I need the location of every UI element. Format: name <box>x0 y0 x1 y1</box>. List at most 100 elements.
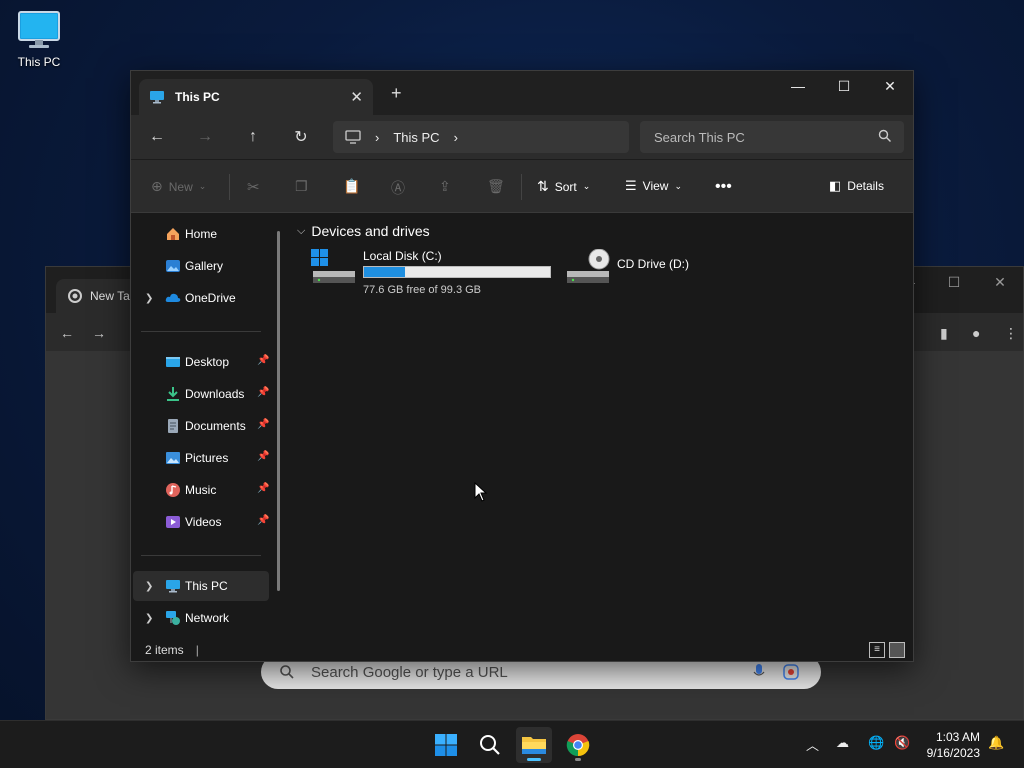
pin-icon[interactable]: 📌 <box>257 515 269 526</box>
details-button[interactable]: ◧ Details <box>829 178 884 194</box>
back-icon[interactable]: ← <box>60 325 74 341</box>
rename-icon[interactable]: Ⓐ <box>391 178 405 198</box>
pin-icon[interactable]: 📌 <box>257 387 269 398</box>
chevron-right-icon[interactable]: ❯ <box>145 293 153 304</box>
file-explorer-window[interactable]: This PC ✕ + — ☐ ✕ ← → ↑ ↻ › This PC › Se… <box>130 70 914 662</box>
profile-icon[interactable]: ● <box>972 325 980 341</box>
folder-icon <box>522 737 546 754</box>
nav-item-this-pc[interactable]: ❯ This PC <box>133 571 269 601</box>
nav-item-videos[interactable]: Videos 📌 <box>133 507 269 537</box>
taskbar-file-explorer[interactable] <box>516 727 552 763</box>
chevron-down-icon: ⌄ <box>582 181 591 191</box>
new-tab-icon[interactable]: + <box>391 83 402 104</box>
chevron-right-icon[interactable]: ❯ <box>145 613 153 624</box>
group-header[interactable]: ⌵ Devices and drives <box>297 223 430 239</box>
pin-icon[interactable]: 📌 <box>257 451 269 462</box>
notification-bell-icon[interactable]: 🔔 <box>988 735 1004 751</box>
nav-item-desktop[interactable]: Desktop 📌 <box>133 347 269 377</box>
share-icon[interactable]: ⇪ <box>439 178 451 195</box>
explorer-tab[interactable]: This PC ✕ <box>139 79 373 115</box>
nav-item-onedrive[interactable]: ❯ OneDrive <box>133 283 269 313</box>
view-button-label: View <box>642 179 669 193</box>
windows-logo-icon <box>435 734 457 756</box>
copy-icon[interactable]: ❐ <box>295 178 308 195</box>
status-separator: | <box>195 643 199 657</box>
details-view-icon[interactable]: ≡ <box>869 642 885 658</box>
maximize-icon[interactable]: ☐ <box>821 71 867 101</box>
volume-muted-icon[interactable]: 🔇 <box>894 735 910 751</box>
desktop-folder-icon <box>166 357 180 367</box>
nav-item-documents[interactable]: Documents 📌 <box>133 411 269 441</box>
clock[interactable]: 1:03 AM 9/16/2023 <box>927 729 980 761</box>
nav-item-label: Downloads <box>185 387 245 401</box>
taskbar-chrome[interactable] <box>560 727 596 763</box>
drive-usage-bar <box>363 266 551 278</box>
nav-item-label: Desktop <box>185 355 230 369</box>
active-indicator <box>527 758 541 761</box>
sort-button-label: Sort <box>554 179 577 194</box>
search-button[interactable] <box>472 727 508 763</box>
nav-item-label: Home <box>185 227 218 241</box>
close-icon[interactable]: ✕ <box>977 267 1023 297</box>
chrome-search-placeholder: Search Google or type a URL <box>311 663 508 681</box>
computer-icon <box>166 580 180 593</box>
pictures-icon <box>166 452 180 464</box>
nav-item-label: OneDrive <box>185 291 236 305</box>
search-placeholder: Search This PC <box>654 129 745 145</box>
plus-circle-icon: ⊕ <box>151 178 163 194</box>
maximize-icon[interactable]: ☐ <box>931 267 977 297</box>
lens-icon[interactable] <box>783 664 799 680</box>
up-arrow-icon[interactable]: ↑ <box>241 125 265 149</box>
sidebar-icon[interactable]: ▮ <box>940 325 948 342</box>
breadcrumb-item[interactable]: This PC <box>393 130 439 145</box>
globe-icon[interactable]: 🌐 <box>868 735 884 751</box>
drive-c[interactable]: Local Disk (C:) 77.6 GB free of 99.3 GB <box>311 249 551 296</box>
more-options-icon[interactable]: ••• <box>715 178 732 196</box>
pin-icon[interactable]: 📌 <box>257 355 269 366</box>
cut-icon[interactable]: ✂ <box>247 178 260 196</box>
chevron-right-icon[interactable]: ❯ <box>145 581 153 592</box>
close-tab-icon[interactable]: ✕ <box>350 88 363 106</box>
onedrive-offline-icon[interactable]: ☁ <box>836 735 849 751</box>
explorer-address-bar: ← → ↑ ↻ › This PC › Search This PC <box>131 115 913 159</box>
search-input[interactable]: Search This PC <box>640 121 904 153</box>
nav-scrollbar[interactable] <box>277 231 280 591</box>
refresh-icon[interactable]: ↻ <box>289 125 313 149</box>
chevron-right-icon[interactable]: › <box>454 130 458 145</box>
nav-item-pictures[interactable]: Pictures 📌 <box>133 443 269 473</box>
chevron-up-icon[interactable]: ︿ <box>806 735 819 754</box>
tiles-view-icon[interactable] <box>889 642 905 658</box>
nav-item-gallery[interactable]: Gallery <box>133 251 269 281</box>
new-button[interactable]: ⊕ New ⌄ <box>151 178 206 195</box>
minimize-icon[interactable]: — <box>775 71 821 101</box>
chevron-down-icon: ⌄ <box>674 180 682 191</box>
nav-item-home[interactable]: Home <box>133 219 269 249</box>
paste-icon[interactable]: 📋 <box>343 178 360 195</box>
nav-item-music[interactable]: Music 📌 <box>133 475 269 505</box>
breadcrumb[interactable]: › This PC › <box>333 121 629 153</box>
delete-icon[interactable]: 🗑 <box>487 178 505 195</box>
cloud-icon <box>165 293 181 302</box>
command-separator <box>229 174 230 200</box>
sort-button[interactable]: ⇅ Sort ⌄ <box>537 178 590 195</box>
nav-item-network[interactable]: ❯ Network <box>133 603 269 633</box>
start-button[interactable] <box>428 727 464 763</box>
chevron-right-icon[interactable]: › <box>375 130 379 145</box>
drive-name: CD Drive (D:) <box>617 257 689 271</box>
nav-item-downloads[interactable]: Downloads 📌 <box>133 379 269 409</box>
forward-icon[interactable]: → <box>193 125 217 149</box>
back-icon[interactable]: ← <box>145 125 169 149</box>
search-icon <box>878 129 891 142</box>
forward-icon[interactable]: → <box>92 325 106 341</box>
menu-icon[interactable]: ⋮ <box>1004 325 1018 342</box>
search-icon <box>480 735 500 755</box>
command-bar: ⊕ New ⌄ ✂ ❐ 📋 Ⓐ ⇪ 🗑 ⇅ Sort ⌄ ☰ View ⌄ ••… <box>131 159 913 213</box>
pin-icon[interactable]: 📌 <box>257 419 269 430</box>
pin-icon[interactable]: 📌 <box>257 483 269 494</box>
view-button[interactable]: ☰ View ⌄ <box>625 178 682 194</box>
windows-drive-icon <box>311 249 355 283</box>
close-icon[interactable]: ✕ <box>867 71 913 101</box>
microphone-icon[interactable] <box>753 664 765 680</box>
desktop-icon-this-pc[interactable]: This PC <box>10 10 68 69</box>
drive-d[interactable]: CD Drive (D:) <box>565 249 689 289</box>
